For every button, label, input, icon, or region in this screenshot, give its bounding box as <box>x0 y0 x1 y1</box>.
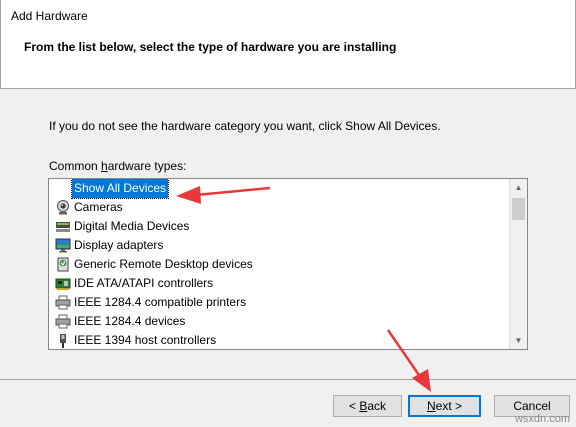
back-button[interactable]: < Back <box>333 395 402 417</box>
media-device-icon <box>56 222 70 232</box>
instruction-text: If you do not see the hardware category … <box>49 119 441 133</box>
watermark-text: wsxdn.com <box>514 413 570 425</box>
ieee1394-icon <box>60 334 66 348</box>
list-item-ieee-1394-host-controllers[interactable]: IEEE 1394 host controllers <box>49 331 511 349</box>
list-label-accel: h <box>101 159 108 173</box>
list-item-generic-remote-desktop-devices[interactable]: Generic Remote Desktop devices <box>49 255 511 274</box>
list-item-digital-media-devices[interactable]: Digital Media Devices <box>49 217 511 236</box>
scroll-down-icon[interactable]: ▼ <box>510 332 527 349</box>
list-item-label: Display adapters <box>74 238 164 252</box>
list-item-label: Cameras <box>74 200 123 214</box>
footer-divider <box>0 379 576 380</box>
remote-desktop-icon <box>57 257 69 272</box>
list-item-label: IEEE 1284.4 compatible printers <box>74 295 247 309</box>
back-label-suffix: ack <box>367 399 387 413</box>
next-label-suffix: ext > <box>435 399 463 413</box>
hardware-types-list[interactable]: Show All Devices Cameras Digital Media D… <box>48 178 528 350</box>
window-title: Add Hardware <box>11 9 88 23</box>
ide-controller-icon <box>55 278 71 290</box>
list-item-label: Generic Remote Desktop devices <box>74 257 253 271</box>
list-item-cameras[interactable]: Cameras <box>49 198 511 217</box>
list-item-label: Digital Media Devices <box>74 219 190 233</box>
list-label-suffix: ardware types: <box>107 159 187 173</box>
list-item-label: IDE ATA/ATAPI controllers <box>74 276 214 290</box>
list-item-ieee-1284-4-devices[interactable]: IEEE 1284.4 devices <box>49 312 511 331</box>
next-accel: N <box>426 399 436 413</box>
display-adapter-icon <box>55 238 71 253</box>
wizard-header: Add Hardware From the list below, select… <box>0 0 576 89</box>
list-label-prefix: Common <box>49 159 102 173</box>
list-label: Common hardware types: <box>49 159 186 173</box>
list-item-label: IEEE 1394 host controllers <box>74 333 217 347</box>
scroll-thumb[interactable] <box>512 198 525 220</box>
printer-icon <box>55 314 71 329</box>
printer-icon <box>55 295 71 310</box>
next-button[interactable]: Next > <box>408 395 481 417</box>
wizard-subtitle: From the list below, select the type of … <box>24 40 397 54</box>
list-scrollbar[interactable]: ▲ ▼ <box>509 179 527 349</box>
camera-icon <box>57 200 69 215</box>
list-item-label: Show All Devices <box>70 179 170 199</box>
list-item-ieee-1284-4-compatible-printers[interactable]: IEEE 1284.4 compatible printers <box>49 293 511 312</box>
list-item-label: IEEE 1284.4 devices <box>74 314 186 328</box>
back-label-prefix: < <box>348 399 360 413</box>
list-item-show-all-devices[interactable]: Show All Devices <box>49 179 511 199</box>
list-item-ide-ata-atapi-controllers[interactable]: IDE ATA/ATAPI controllers <box>49 274 511 293</box>
scroll-up-icon[interactable]: ▲ <box>510 179 527 196</box>
list-item-display-adapters[interactable]: Display adapters <box>49 236 511 255</box>
